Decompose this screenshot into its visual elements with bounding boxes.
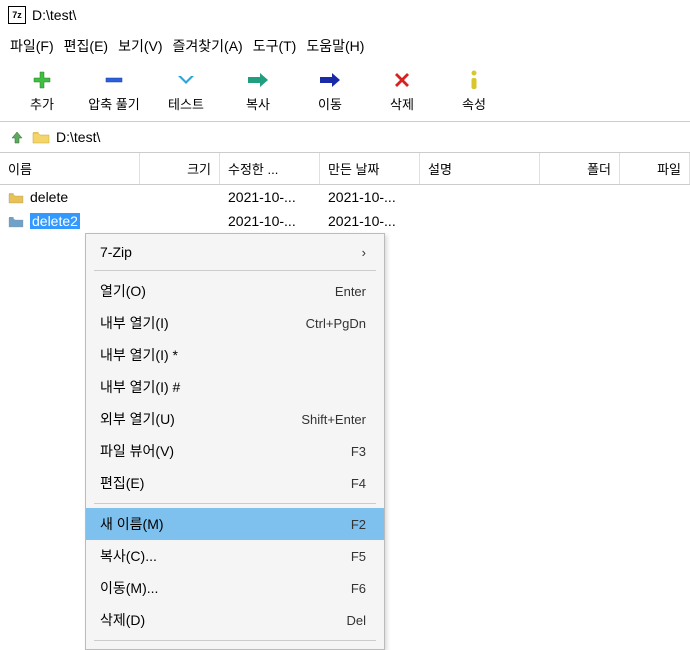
menu-view[interactable]: 보기(V) bbox=[118, 36, 162, 56]
menu-separator bbox=[94, 270, 376, 271]
add-icon bbox=[28, 70, 56, 90]
menu-favorites[interactable]: 즐겨찾기(A) bbox=[173, 36, 243, 56]
context-menu: 7-Zip›열기(O)Enter내부 열기(I)Ctrl+PgDn내부 열기(I… bbox=[85, 233, 385, 650]
col-created[interactable]: 만든 날짜 bbox=[320, 153, 420, 184]
add-button[interactable]: 추가 bbox=[6, 66, 78, 113]
cell-modified: 2021-10-... bbox=[220, 213, 320, 229]
extract-icon bbox=[100, 70, 128, 90]
context-item-label: 새 이름(M) bbox=[100, 514, 164, 534]
list-header: 이름 크기 수정한 ... 만든 날짜 설명 폴더 파일 bbox=[0, 153, 690, 185]
col-modified[interactable]: 수정한 ... bbox=[220, 153, 320, 184]
context-item[interactable]: 외부 열기(U) Shift+Enter bbox=[86, 403, 384, 435]
cell-created: 2021-10-... bbox=[320, 213, 420, 229]
table-row[interactable]: delete2 2021-10-...2021-10-... bbox=[0, 209, 690, 233]
context-item-shortcut: F5 bbox=[351, 549, 366, 564]
context-item[interactable]: 복사(C)... F5 bbox=[86, 540, 384, 572]
context-item-label: 내부 열기(I) bbox=[100, 313, 169, 333]
title-bar: 7z D:\test\ bbox=[0, 0, 690, 30]
context-item-label: 파일 뷰어(V) bbox=[100, 441, 174, 461]
move-icon bbox=[316, 70, 344, 90]
extract-label: 압축 풀기 bbox=[88, 94, 139, 113]
menu-separator bbox=[94, 503, 376, 504]
context-item-shortcut: F6 bbox=[351, 581, 366, 596]
folder-icon bbox=[8, 215, 24, 228]
menu-separator bbox=[94, 640, 376, 641]
test-label: 테스트 bbox=[168, 94, 204, 113]
menu-edit[interactable]: 편집(E) bbox=[64, 36, 108, 56]
context-item[interactable]: 내부 열기(I) * bbox=[86, 339, 384, 371]
context-item[interactable]: 내부 열기(I) Ctrl+PgDn bbox=[86, 307, 384, 339]
toolbar: 추가 압축 풀기 테스트 복사 이동 삭제 속성 bbox=[0, 62, 690, 122]
context-item-shortcut: F2 bbox=[351, 517, 366, 532]
context-item-label: 내부 열기(I) * bbox=[100, 345, 178, 365]
context-item[interactable]: 새 이름(M) F2 bbox=[86, 508, 384, 540]
menu-bar: 파일(F) 편집(E) 보기(V) 즐겨찾기(A) 도구(T) 도움말(H) bbox=[0, 30, 690, 62]
context-item-shortcut: F4 bbox=[351, 476, 366, 491]
delete-button[interactable]: 삭제 bbox=[366, 66, 438, 113]
context-item-shortcut: F3 bbox=[351, 444, 366, 459]
col-file[interactable]: 파일 bbox=[620, 153, 690, 184]
context-item[interactable]: 파일 뷰어(V) F3 bbox=[86, 435, 384, 467]
context-item-label: 복사(C)... bbox=[100, 546, 157, 566]
table-row[interactable]: delete 2021-10-...2021-10-... bbox=[0, 185, 690, 209]
context-item-shortcut: Ctrl+PgDn bbox=[306, 316, 366, 331]
context-item-shortcut: Del bbox=[346, 613, 366, 628]
cell-created: 2021-10-... bbox=[320, 189, 420, 205]
col-folder[interactable]: 폴더 bbox=[540, 153, 620, 184]
col-desc[interactable]: 설명 bbox=[420, 153, 540, 184]
info-button[interactable]: 속성 bbox=[438, 66, 510, 113]
submenu-indicator-icon: › bbox=[362, 245, 366, 260]
cell-name: delete2 bbox=[0, 213, 140, 229]
context-item[interactable]: 삭제(D) Del bbox=[86, 604, 384, 636]
context-item-label: 이동(M)... bbox=[100, 578, 158, 598]
folder-icon bbox=[8, 191, 24, 204]
menu-help[interactable]: 도움말(H) bbox=[306, 36, 364, 56]
context-item-label: 삭제(D) bbox=[100, 610, 145, 630]
context-item-label: 편집(E) bbox=[100, 473, 144, 493]
delete-label: 삭제 bbox=[390, 94, 414, 113]
copy-label: 복사 bbox=[246, 94, 270, 113]
file-list: delete2021-10-...2021-10-...delete22021-… bbox=[0, 185, 690, 233]
context-item-shortcut: Shift+Enter bbox=[301, 412, 366, 427]
path-input[interactable] bbox=[56, 129, 682, 145]
test-icon bbox=[172, 70, 200, 90]
context-item[interactable]: 이동(M)... F6 bbox=[86, 572, 384, 604]
context-item-label: 7-Zip bbox=[100, 244, 132, 260]
col-size[interactable]: 크기 bbox=[140, 153, 220, 184]
file-name: delete bbox=[30, 189, 68, 205]
app-icon: 7z bbox=[8, 6, 26, 24]
context-item[interactable]: 내부 열기(I) # bbox=[86, 371, 384, 403]
col-name[interactable]: 이름 bbox=[0, 153, 140, 184]
test-button[interactable]: 테스트 bbox=[150, 66, 222, 113]
up-button[interactable] bbox=[8, 128, 26, 146]
move-label: 이동 bbox=[318, 94, 342, 113]
folder-icon bbox=[32, 130, 50, 144]
delete-icon bbox=[388, 70, 416, 90]
add-label: 추가 bbox=[30, 94, 54, 113]
cell-name: delete bbox=[0, 189, 140, 205]
info-icon bbox=[460, 70, 488, 90]
cell-modified: 2021-10-... bbox=[220, 189, 320, 205]
window-title: D:\test\ bbox=[32, 7, 76, 23]
extract-button[interactable]: 압축 풀기 bbox=[78, 66, 150, 113]
info-label: 속성 bbox=[462, 94, 486, 113]
context-item-label: 외부 열기(U) bbox=[100, 409, 175, 429]
path-bar bbox=[0, 122, 690, 153]
copy-button[interactable]: 복사 bbox=[222, 66, 294, 113]
menu-tools[interactable]: 도구(T) bbox=[253, 36, 297, 56]
context-item[interactable]: 편집(E) F4 bbox=[86, 467, 384, 499]
context-item-shortcut: Enter bbox=[335, 284, 366, 299]
move-button[interactable]: 이동 bbox=[294, 66, 366, 113]
context-item[interactable]: 열기(O) Enter bbox=[86, 275, 384, 307]
copy-icon bbox=[244, 70, 272, 90]
context-item-label: 내부 열기(I) # bbox=[100, 377, 180, 397]
file-name: delete2 bbox=[30, 213, 80, 229]
menu-file[interactable]: 파일(F) bbox=[10, 36, 54, 56]
context-item[interactable]: 7-Zip › bbox=[86, 238, 384, 266]
context-item-label: 열기(O) bbox=[100, 281, 146, 301]
